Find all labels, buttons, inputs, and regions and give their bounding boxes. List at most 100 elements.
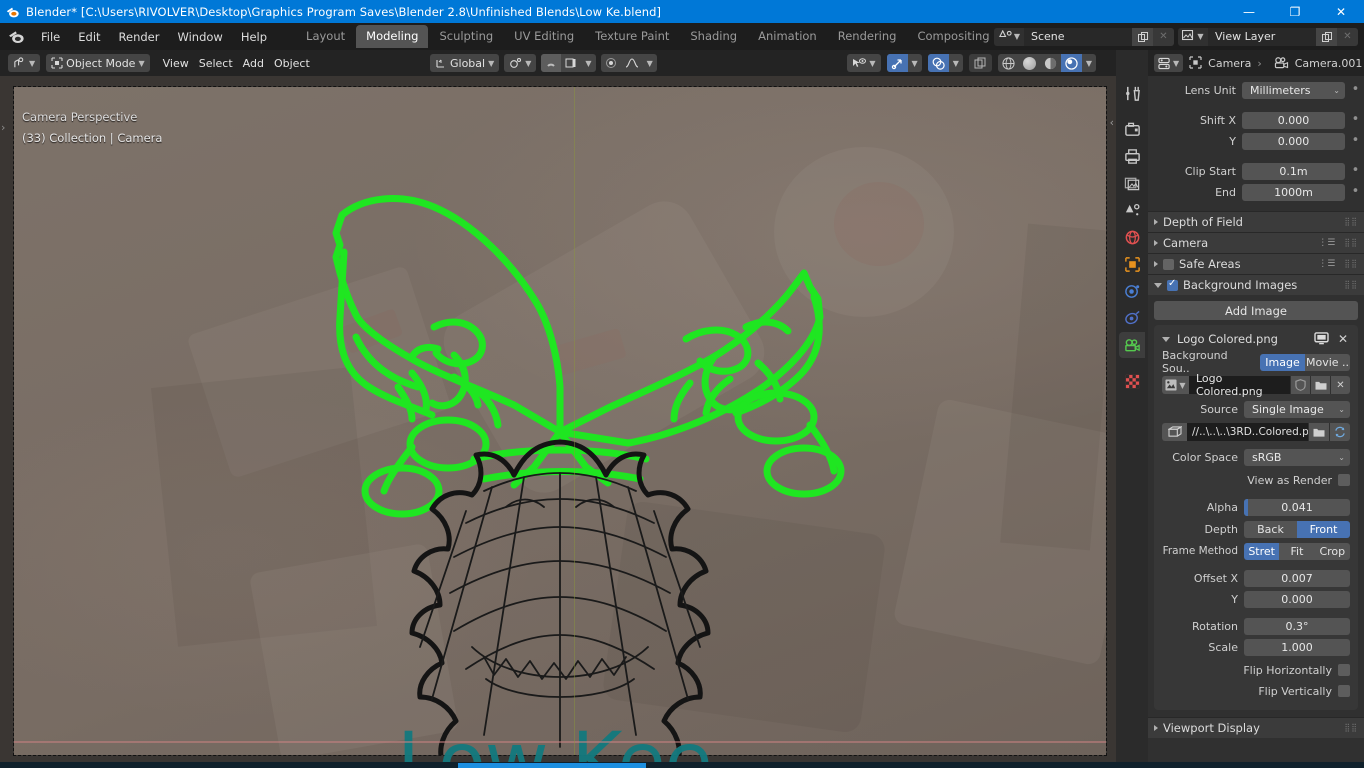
frame-method-crop-option[interactable]: Crop [1314,542,1350,560]
remove-view-layer-button[interactable]: ✕ [1337,27,1358,46]
color-space-dropdown[interactable]: sRGB ⌄ [1244,448,1350,466]
viewport-menu-object[interactable]: Object [269,54,315,72]
properties-tab-texture[interactable] [1119,368,1145,394]
snap-target-icon[interactable] [561,54,581,72]
offset-x-field[interactable]: 0.007 [1244,569,1350,587]
properties-editor-icon[interactable]: ▼ [1154,54,1184,72]
properties-tab-scene[interactable] [1119,197,1145,223]
tab-uv-editing[interactable]: UV Editing [504,25,584,48]
pivot-point-icon[interactable]: ▼ [504,54,537,72]
close-button[interactable]: ✕ [1318,0,1364,23]
list-icon[interactable]: ⋮☰ [1318,260,1335,269]
editor-type-3dview-icon[interactable]: ▼ [8,54,41,72]
tab-texture-paint[interactable]: Texture Paint [585,25,679,48]
transform-orientation-selector[interactable]: Global ▼ [430,54,500,72]
falloff-smooth-icon[interactable] [621,54,643,72]
breadcrumb-object-name[interactable]: Camera [1208,57,1251,70]
tab-compositing[interactable]: Compositing [907,25,999,48]
animate-dot-icon[interactable]: • [1351,134,1360,147]
shift-y-field[interactable]: 0.000 [1242,132,1345,150]
panel-camera[interactable]: Camera ⋮☰ ⣿⣿ [1148,232,1364,253]
clip-end-field[interactable]: 1000m [1242,183,1345,201]
blender-logo-icon[interactable] [0,23,32,50]
chevron-down-icon[interactable]: ▼ [1082,54,1096,72]
chevron-down-icon[interactable]: ▼ [643,54,657,72]
tab-modeling[interactable]: Modeling [356,25,429,48]
filepath-value[interactable]: //..\..\..\3RD..Colored.png [1187,423,1308,441]
animate-dot-icon[interactable]: • [1351,164,1360,177]
flip-horizontally-checkbox[interactable] [1338,664,1350,676]
shading-material-preview-icon[interactable] [1040,54,1061,72]
frame-method-stretch-option[interactable]: Stret [1244,542,1280,560]
menu-edit[interactable]: Edit [69,27,109,47]
file-image-icon[interactable] [1162,423,1187,441]
source-dropdown[interactable]: Single Image ⌄ [1244,400,1350,418]
remove-background-image-button[interactable]: ✕ [1336,332,1350,346]
reload-icon[interactable] [1329,423,1350,441]
scene-name[interactable]: Scene [1024,27,1132,46]
sidebar-toggle-icon[interactable]: ‹ [1110,116,1114,129]
properties-tab-render[interactable] [1119,116,1145,142]
image-datablock-name[interactable]: Logo Colored.png [1189,372,1290,398]
depth-back-option[interactable]: Back [1244,520,1297,538]
tab-shading[interactable]: Shading [680,25,747,48]
view-layer-name[interactable]: View Layer [1208,27,1316,46]
background-images-checkbox[interactable] [1167,278,1178,291]
menu-render[interactable]: Render [110,27,169,47]
properties-tab-constraints[interactable] [1119,305,1145,331]
lens-unit-dropdown[interactable]: Millimeters ⌄ [1242,81,1345,99]
panel-safe-areas[interactable]: Safe Areas ⋮☰ ⣿⣿ [1148,253,1364,274]
shift-x-field[interactable]: 0.000 [1242,111,1345,129]
background-image-item-header[interactable]: Logo Colored.png ✕ [1159,330,1353,348]
background-source-movie-option[interactable]: Movie .. [1305,353,1350,371]
gizmo-icon[interactable] [886,54,908,72]
properties-tab-world[interactable] [1119,224,1145,250]
snap-magnet-icon[interactable] [541,54,562,72]
add-image-button[interactable]: Add Image [1154,301,1358,320]
properties-tab-object-data-camera[interactable] [1119,332,1145,358]
scene-datablock[interactable]: ▼ Scene ✕ [994,27,1174,46]
properties-tab-tool[interactable] [1119,80,1145,106]
breadcrumb-data-name[interactable]: Camera.001 [1295,57,1363,70]
animate-dot-icon[interactable]: • [1351,113,1360,126]
tab-layout[interactable]: Layout [296,25,355,48]
new-view-layer-button[interactable] [1316,27,1337,46]
proportional-edit-icon[interactable] [601,54,621,72]
shading-wireframe-icon[interactable] [998,54,1019,72]
viewport-menu-view[interactable]: View [158,54,194,72]
toolbar-toggle-icon[interactable]: › [1,121,5,134]
viewport-canvas[interactable]: Low Kee Camera Perspective (33) Collecti… [0,76,1116,768]
shading-solid-icon[interactable] [1019,54,1040,72]
view-layer-datablock[interactable]: ▼ View Layer ✕ [1178,27,1358,46]
taskbar-item-blender[interactable] [458,763,646,768]
scene-icon[interactable]: ▼ [994,27,1024,46]
tab-rendering[interactable]: Rendering [828,25,907,48]
chevron-down-icon[interactable]: ▼ [949,54,963,72]
clip-start-field[interactable]: 0.1m [1242,162,1345,180]
rotation-field[interactable]: 0.3° [1244,617,1350,635]
tab-sculpting[interactable]: Sculpting [429,25,503,48]
animate-dot-icon[interactable]: • [1351,83,1360,96]
image-datablock-icon[interactable]: ▼ [1162,376,1189,394]
scale-field[interactable]: 1.000 [1244,638,1350,656]
new-scene-button[interactable] [1132,27,1153,46]
unlink-image-button[interactable]: ✕ [1330,376,1350,394]
object-mode-selector[interactable]: Object Mode ▼ [46,54,150,72]
properties-tab-object[interactable] [1119,251,1145,277]
viewport-3d[interactable]: ▼ Object Mode ▼ View Select Add Object G… [0,50,1116,768]
chevron-down-icon[interactable]: ▼ [908,54,922,72]
folder-icon[interactable] [1310,376,1330,394]
background-source-image-option[interactable]: Image [1260,353,1305,371]
panel-background-images[interactable]: Background Images ⣿⣿ [1148,274,1364,295]
xray-toggle-icon[interactable] [968,54,992,72]
alpha-slider[interactable]: 0.041 [1244,498,1350,516]
visibility-eye-icon[interactable]: ▼ [847,54,881,72]
tab-animation[interactable]: Animation [748,25,827,48]
minimize-button[interactable]: — [1226,0,1272,23]
overlays-icon[interactable] [927,54,949,72]
properties-tab-physics[interactable] [1119,278,1145,304]
flip-vertically-checkbox[interactable] [1338,685,1350,697]
unlink-scene-button[interactable]: ✕ [1153,27,1174,46]
menu-window[interactable]: Window [168,27,231,47]
list-icon[interactable]: ⋮☰ [1318,239,1335,248]
